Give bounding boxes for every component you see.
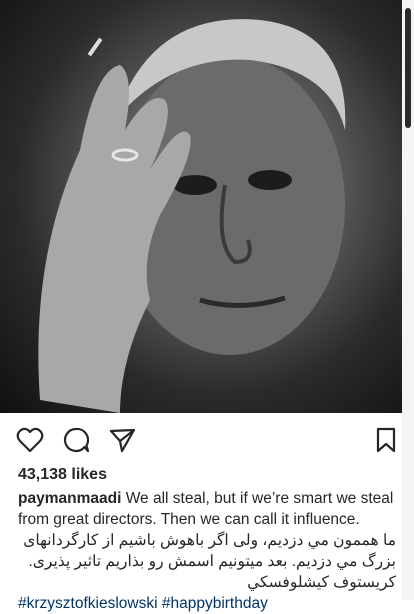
caption-text-persian: ما هممون مي دزديم، ولی اگر باهوش باشيم ا… <box>23 532 396 591</box>
hashtag-happybirthday[interactable]: #happybirthday <box>162 595 268 612</box>
caption-username[interactable]: paymanmaadi <box>18 490 121 507</box>
send-icon[interactable] <box>108 426 136 454</box>
post-actions-bar <box>0 413 402 465</box>
bookmark-icon[interactable] <box>372 426 400 454</box>
likes-count[interactable]: 43,138 likes <box>18 466 107 484</box>
portrait-illustration <box>38 19 346 413</box>
scrollbar-thumb[interactable] <box>405 8 411 128</box>
heart-icon[interactable] <box>16 426 44 454</box>
comment-icon[interactable] <box>62 426 90 454</box>
hashtag-kieslowski[interactable]: #krzysztofkieslowski <box>18 595 158 612</box>
post-photo[interactable] <box>0 0 402 413</box>
post-caption: paymanmaadi We all steal, but if we’re s… <box>18 488 396 614</box>
